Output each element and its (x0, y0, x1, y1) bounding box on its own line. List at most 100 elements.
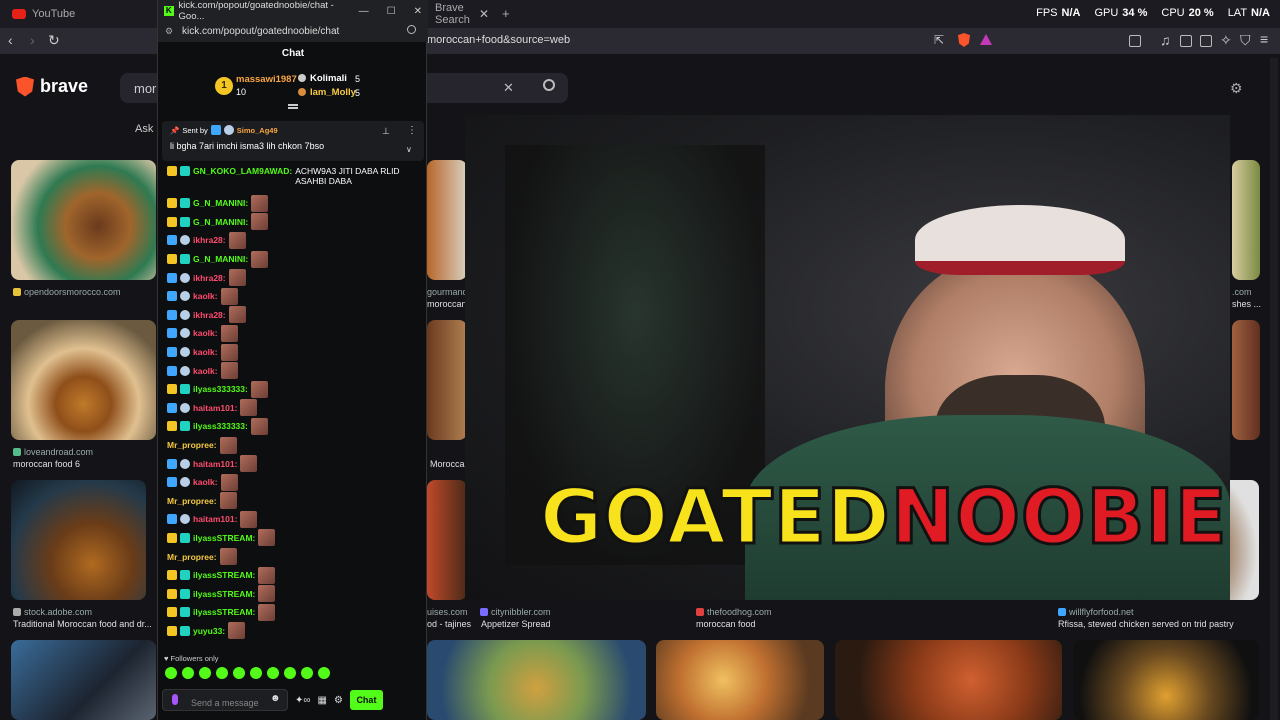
address-bar[interactable]: moroccan+food&source=web (427, 31, 1002, 50)
chat-username[interactable]: haitam101: (193, 514, 237, 524)
chat-message[interactable]: ilyassSTREAM: (158, 603, 428, 622)
chat-username[interactable]: ikhra28: (193, 235, 226, 245)
chat-username[interactable]: ilyassSTREAM: (193, 533, 255, 543)
vpn-shield-icon[interactable]: ⛉ (1240, 32, 1251, 48)
emote-icon[interactable] (165, 667, 177, 679)
quick-emote-bar[interactable] (165, 667, 330, 679)
result-title-11[interactable]: shes ... (1232, 299, 1261, 309)
emote-icon[interactable] (267, 667, 279, 679)
search-icon[interactable] (543, 79, 555, 91)
ask-tab[interactable]: Ask (135, 123, 153, 135)
chat-username[interactable]: ikhra28: (193, 273, 226, 283)
emote-icon[interactable] (318, 667, 330, 679)
emote-icon[interactable] (216, 667, 228, 679)
leader-2-name[interactable]: Kolimali (310, 73, 347, 84)
wallet-icon[interactable] (1200, 35, 1212, 47)
leader-1-name[interactable]: massawi1987 (236, 74, 297, 85)
chat-username[interactable]: G_N_MANINI: (193, 254, 248, 264)
sidebar-toggle-icon[interactable] (1129, 35, 1141, 47)
result-source-5[interactable]: gourmand (427, 287, 468, 297)
result-title-6[interactable]: Moroccan (430, 459, 470, 469)
result-image-2[interactable] (11, 320, 156, 440)
result-image-7[interactable] (427, 480, 467, 600)
chat-message[interactable]: Mr_propree: (158, 436, 428, 455)
result-image-12[interactable] (1232, 320, 1260, 440)
chat-message[interactable]: kaolk: (158, 361, 428, 380)
result-source-1[interactable]: opendoorsmorocco.com (13, 287, 121, 297)
result-source-8[interactable]: citynibbler.com (480, 607, 551, 617)
result-image-3[interactable] (11, 480, 146, 600)
new-tab-icon[interactable]: + (502, 6, 510, 21)
chat-username[interactable]: Mr_propree: (167, 440, 217, 450)
chat-message[interactable]: haitam101: (158, 454, 428, 473)
result-image-11[interactable] (1232, 160, 1260, 280)
emote-icon[interactable] (250, 667, 262, 679)
chat-username[interactable]: kaolk: (193, 477, 218, 487)
chat-username[interactable]: yuyu33: (193, 626, 225, 636)
result-image-4[interactable] (11, 640, 156, 720)
result-image-19[interactable] (1073, 640, 1259, 720)
tab-brave-search[interactable]: Brave Search ✕ (427, 2, 497, 26)
emote-icon[interactable] (301, 667, 313, 679)
chat-username[interactable]: kaolk: (193, 347, 218, 357)
leader-3-name[interactable]: Iam_Molly (310, 87, 356, 98)
chat-username[interactable]: kaolk: (193, 366, 218, 376)
brave-logo[interactable]: brave (16, 76, 88, 97)
leo-ai-icon[interactable]: ✧ (1220, 32, 1232, 48)
result-source-7[interactable]: uises.com (427, 607, 468, 617)
store-icon[interactable]: ▦ (318, 695, 327, 706)
result-source-10[interactable]: willflyforfood.net (1058, 607, 1134, 617)
pinned-user[interactable]: Simo_Ag49 (237, 126, 278, 135)
chat-username[interactable]: haitam101: (193, 459, 237, 469)
chat-message[interactable]: kaolk: (158, 343, 428, 362)
result-image-6[interactable] (427, 320, 467, 440)
microphone-icon[interactable] (172, 694, 178, 705)
chat-username[interactable]: G_N_MANINI: (193, 198, 248, 208)
commands-icon[interactable]: ✦∞ (295, 695, 311, 706)
result-source-3[interactable]: stock.adobe.com (13, 607, 92, 617)
chat-message[interactable]: ikhra28: (158, 231, 428, 250)
chat-message[interactable]: G_N_MANINI: (158, 194, 428, 213)
clear-search-icon[interactable]: ✕ (503, 80, 514, 96)
chat-username[interactable]: kaolk: (193, 291, 218, 301)
music-icon[interactable]: ♫ (1160, 32, 1171, 48)
page-scrollbar[interactable] (1270, 58, 1278, 720)
result-image-1[interactable] (11, 160, 156, 280)
chat-message[interactable]: ilyassSTREAM: (158, 529, 428, 548)
brave-rewards-icon[interactable] (980, 34, 992, 45)
chat-message[interactable]: ilyassSTREAM: (158, 584, 428, 603)
chat-username[interactable]: GN_KOKO_LAM9AWAD: (193, 166, 292, 176)
forward-arrow-icon[interactable]: › (30, 32, 35, 48)
chevron-down-icon[interactable]: ∨ (406, 145, 412, 154)
sidebar-icon[interactable] (1180, 35, 1192, 47)
chat-message[interactable]: Mr_propree: (158, 547, 428, 566)
minimize-icon[interactable]: — (359, 6, 369, 17)
chat-settings-icon[interactable]: ⚙ (334, 695, 343, 706)
result-title-10[interactable]: Rfissa, stewed chicken served on trid pa… (1058, 619, 1234, 629)
result-source-2[interactable]: loveandroad.com (13, 447, 93, 457)
chat-message[interactable]: yuyu33: (158, 622, 428, 641)
chat-username[interactable]: ilyass333333: (193, 421, 248, 431)
chat-username[interactable]: ikhra28: (193, 310, 226, 320)
chat-username[interactable]: ilyassSTREAM: (193, 607, 255, 617)
result-image-17[interactable] (656, 640, 824, 720)
maximize-icon[interactable]: ☐ (387, 6, 396, 17)
site-info-icon[interactable]: ⚙ (165, 26, 173, 37)
result-image-18[interactable] (835, 640, 1062, 720)
zoom-search-icon[interactable] (407, 25, 416, 34)
result-title-9[interactable]: moroccan food (696, 619, 756, 629)
chat-username[interactable]: ilyassSTREAM: (193, 589, 255, 599)
emote-icon[interactable] (233, 667, 245, 679)
chat-message[interactable]: Mr_propree: (158, 492, 428, 511)
close-tab-icon[interactable]: ✕ (479, 7, 489, 21)
menu-icon[interactable]: ≡ (1260, 31, 1268, 47)
emote-icon[interactable] (199, 667, 211, 679)
more-options-icon[interactable]: ⋮ (407, 125, 417, 136)
chat-message[interactable]: ikhra28: (158, 306, 428, 325)
chat-message[interactable]: G_N_MANINI: (158, 250, 428, 269)
back-arrow-icon[interactable]: ‹ (8, 32, 13, 48)
result-title-2[interactable]: moroccan food 6 (13, 459, 80, 469)
send-chat-button[interactable]: Chat (349, 690, 383, 710)
chat-username[interactable]: Mr_propree: (167, 552, 217, 562)
chat-username[interactable]: G_N_MANINI: (193, 217, 248, 227)
